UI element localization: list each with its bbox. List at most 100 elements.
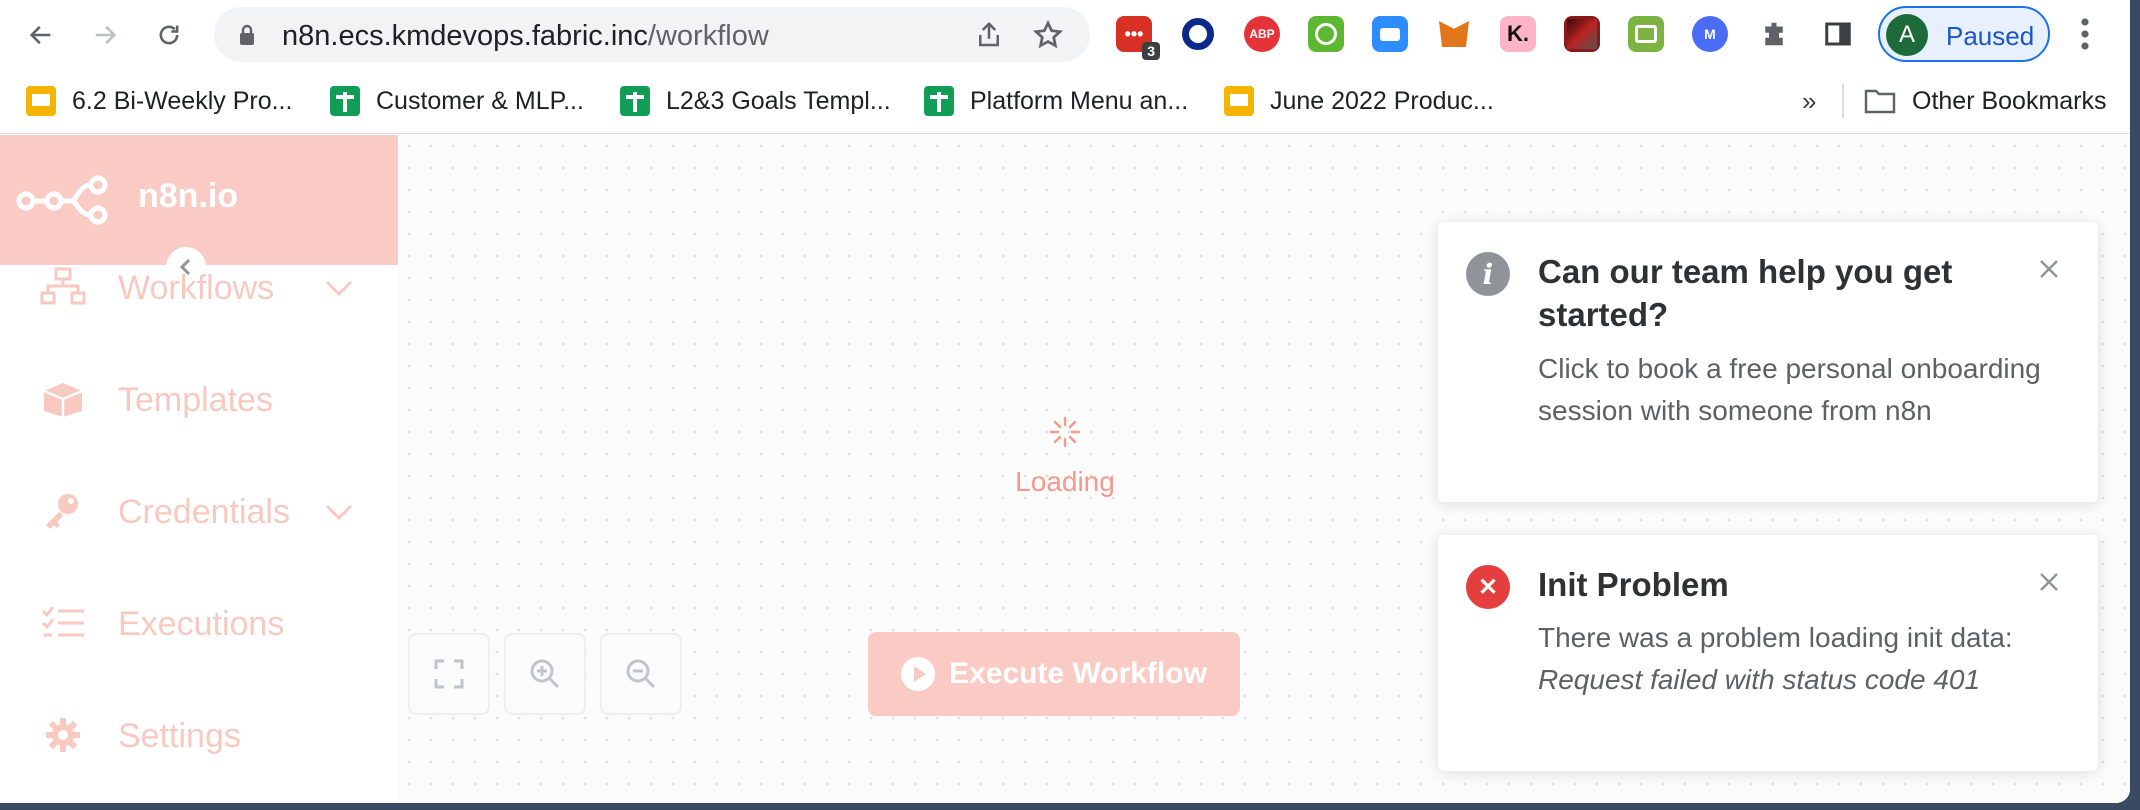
reload-button[interactable] (148, 14, 190, 56)
error-detail: Request failed with status code 401 (1538, 664, 1981, 695)
extension-zoom[interactable] (1372, 16, 1408, 52)
fox-icon (1439, 21, 1469, 47)
image-icon (1567, 19, 1597, 49)
sidebar-item-settings[interactable]: Settings (0, 701, 398, 771)
address-bar[interactable]: n8n.ecs.kmdevops.fabric.inc/workflow (214, 7, 1090, 62)
k-label: K. (1507, 21, 1529, 46)
bookmark-label: June 2022 Produc... (1270, 86, 1494, 115)
extension-metamask[interactable] (1436, 16, 1472, 52)
loading-text: Loading (1015, 466, 1115, 497)
notification-title: Init Problem (1538, 566, 1729, 603)
sidebar-item-credentials[interactable]: Credentials (0, 477, 398, 547)
avatar: A (1886, 14, 1928, 56)
back-button[interactable] (20, 14, 62, 56)
extension-photo[interactable] (1564, 16, 1600, 52)
zoom-in-button[interactable] (504, 633, 586, 715)
extension-green[interactable] (1308, 16, 1344, 52)
info-icon: i (1466, 252, 1510, 296)
bookmark-label: Customer & MLP... (376, 86, 584, 115)
sheets-icon (330, 86, 360, 116)
bookmark-item[interactable]: Platform Menu an... (924, 82, 1188, 120)
circle-icon (1315, 23, 1337, 45)
sidebar-item-label: Executions (118, 605, 285, 643)
extension-klarna[interactable]: K. (1500, 16, 1536, 52)
notification-body: There was a problem loading init data: R… (1538, 617, 2058, 701)
spinner-icon (1049, 416, 1081, 448)
kebab-menu-icon[interactable] (2070, 16, 2100, 52)
url-text: n8n.ecs.kmdevops.fabric.inc/workflow (282, 20, 769, 53)
bookmark-item[interactable]: June 2022 Produc... (1224, 82, 1494, 120)
browser-toolbar: n8n.ecs.kmdevops.fabric.inc/workflow •••… (0, 0, 2130, 70)
sidebar-item-label: Workflows (118, 269, 275, 307)
sidebar-item-workflows[interactable]: Workflows (0, 253, 398, 323)
extension-circle[interactable] (1180, 16, 1216, 52)
brand-header: n8n.io (0, 135, 398, 265)
execute-workflow-button[interactable]: Execute Workflow (868, 632, 1240, 716)
sidebar-item-templates[interactable]: Templates (0, 365, 398, 435)
n8n-logo-icon (16, 175, 108, 225)
camera-icon (1380, 27, 1400, 41)
extension-print[interactable] (1628, 16, 1664, 52)
onboarding-notification[interactable]: i Can our team help you get started? Cli… (1438, 222, 2098, 502)
notification-title: Can our team help you get started? (1538, 253, 1953, 333)
execute-workflow-label: Execute Workflow (949, 657, 1207, 690)
lock-icon (240, 24, 254, 45)
notification-body: Click to book a free personal onboarding… (1538, 353, 2041, 426)
brand-name: n8n.io (138, 177, 239, 215)
sidebar-item-label: Templates (118, 381, 273, 419)
abp-label: ABP (1249, 27, 1275, 41)
sidebar-item-label: Settings (118, 717, 241, 755)
browser-window: n8n.ecs.kmdevops.fabric.inc/workflow •••… (0, 0, 2130, 803)
key-icon (40, 491, 86, 531)
profile-button[interactable]: A Paused (1878, 6, 2050, 62)
sidebar-item-executions[interactable]: Executions (0, 589, 398, 659)
other-bookmarks-label: Other Bookmarks (1912, 86, 2107, 115)
side-panel-button[interactable] (1820, 16, 1856, 52)
list-icon (40, 603, 86, 643)
m-label: M (1704, 26, 1716, 42)
share-icon[interactable] (974, 20, 1004, 50)
url-host: n8n.ecs.kmdevops.fabric.inc (282, 20, 648, 52)
folder-icon (1864, 89, 1896, 114)
close-icon[interactable] (2034, 254, 2064, 284)
arrow-left-icon (29, 25, 51, 45)
profile-status: Paused (1946, 21, 2035, 51)
bookmark-label: L2&3 Goals Templ... (666, 86, 891, 115)
zoom-to-fit-button[interactable] (408, 633, 490, 715)
fullscreen-icon (434, 659, 464, 689)
printer-icon (1635, 25, 1657, 43)
extension-badge: 3 (1142, 42, 1160, 60)
bookmark-label: 6.2 Bi-Weekly Pro... (72, 86, 293, 115)
puzzle-icon (1765, 22, 1783, 46)
dots-icon: ••• (1124, 23, 1144, 44)
sidebar-item-label: Credentials (118, 493, 290, 531)
zoom-in-icon (530, 659, 560, 689)
close-icon[interactable] (2034, 567, 2064, 597)
zoom-out-button[interactable] (600, 633, 682, 715)
extension-adblock[interactable]: ABP (1244, 16, 1280, 52)
slides-icon (26, 86, 56, 116)
url-path: /workflow (647, 20, 769, 52)
forward-button[interactable] (84, 14, 126, 56)
bookmark-item[interactable]: Customer & MLP... (330, 82, 584, 120)
side-panel-icon (1825, 22, 1851, 46)
bookmarks-overflow-button[interactable]: » (1802, 86, 1816, 117)
error-message: There was a problem loading init data: (1538, 622, 2013, 653)
bookmark-item[interactable]: L2&3 Goals Templ... (620, 82, 891, 120)
star-icon[interactable] (1032, 19, 1064, 51)
other-bookmarks[interactable]: Other Bookmarks (1864, 82, 2107, 120)
zoom-out-icon (626, 659, 656, 689)
chevron-down-icon[interactable] (324, 503, 354, 521)
extension-m[interactable]: M (1692, 16, 1728, 52)
workflows-icon (40, 267, 86, 307)
bookmarks-divider (1842, 84, 1844, 118)
extension-todo[interactable]: ••• 3 (1116, 16, 1160, 60)
slides-icon (1224, 86, 1254, 116)
chevron-down-icon[interactable] (324, 279, 354, 297)
bookmark-item[interactable]: 6.2 Bi-Weekly Pro... (26, 82, 292, 120)
extensions-button[interactable] (1756, 16, 1792, 52)
sidebar: n8n.io Workflows Templates Credentials Exec… (0, 135, 398, 803)
init-problem-notification[interactable]: ✕ Init Problem There was a problem loadi… (1438, 535, 2098, 771)
ring-icon (1182, 18, 1214, 50)
bookmarks-bar: 6.2 Bi-Weekly Pro... Customer & MLP... L… (0, 70, 2130, 134)
